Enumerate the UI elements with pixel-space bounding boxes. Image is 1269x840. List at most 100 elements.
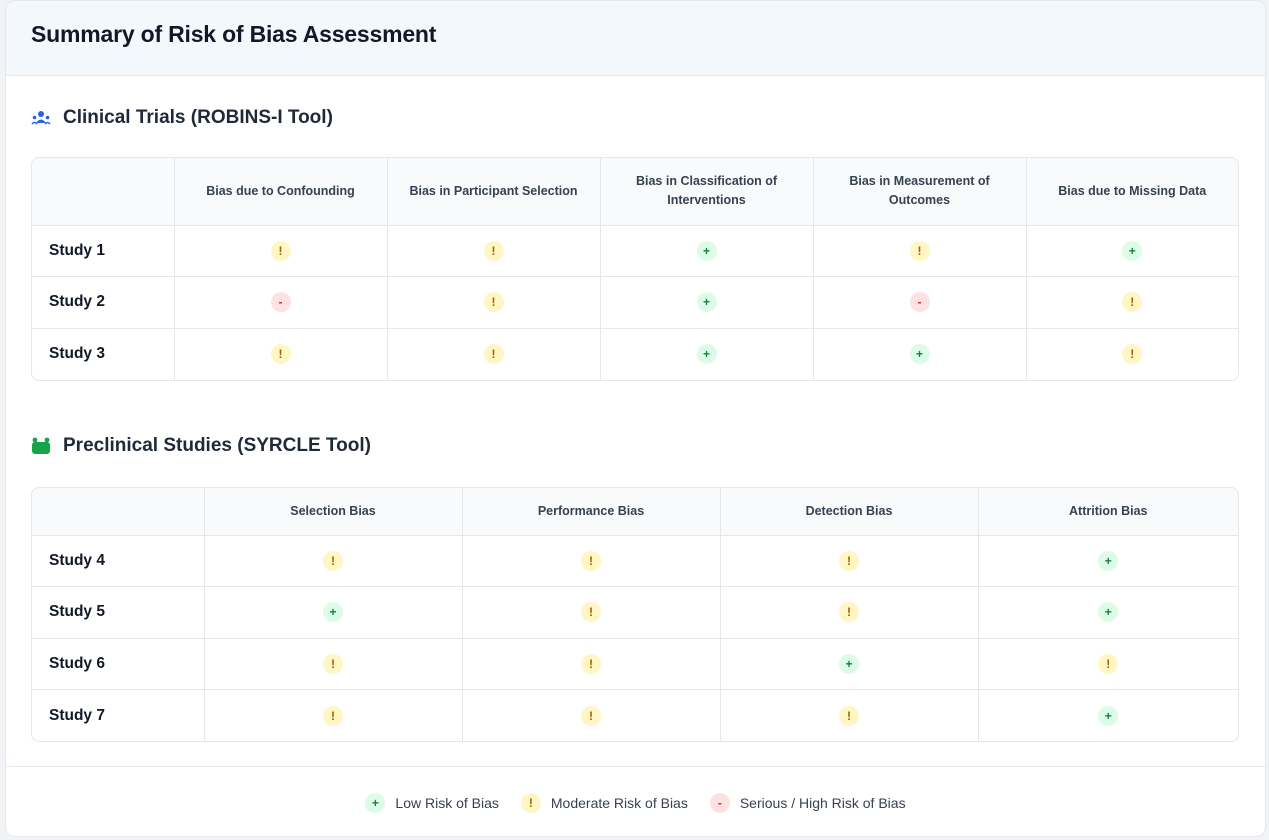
- moderate-risk-icon: !: [581, 550, 601, 571]
- legend-label: Low Risk of Bias: [395, 794, 499, 811]
- animal-icon: [32, 437, 50, 454]
- rating-cell: +: [977, 586, 1238, 638]
- section-title-preclinical: Preclinical Studies (SYRCLE Tool): [31, 435, 371, 457]
- users-icon: [31, 111, 51, 125]
- rating-cell: !: [719, 535, 978, 587]
- low-risk-icon: +: [696, 344, 717, 364]
- rating-cell: +: [977, 689, 1238, 741]
- low-risk-icon: +: [1098, 602, 1119, 623]
- table-body: Study 1!! +! + Study 2 -! + -! Study 3!! + +!: [32, 225, 1238, 380]
- rating-cell: !: [386, 225, 600, 277]
- rating-cell: !: [461, 689, 720, 741]
- header-cell-empty: [32, 488, 204, 536]
- moderate-risk-icon: !: [270, 344, 291, 364]
- study-name-cell: Study 2: [32, 276, 174, 328]
- high-risk-icon: -: [709, 792, 730, 813]
- section-title-text: Preclinical Studies (SYRCLE Tool): [63, 435, 371, 456]
- rating-cell: -: [812, 276, 1026, 328]
- study-name-cell: Study 4: [49, 551, 105, 569]
- legend: + Low Risk of Bias ! Moderate Risk of Bi…: [6, 766, 1265, 836]
- rating-cell: !: [719, 689, 978, 741]
- low-risk-icon: +: [1122, 240, 1143, 261]
- rating-cell: !: [173, 225, 387, 277]
- rating-cell: !: [386, 327, 600, 380]
- rating-cell: !: [1025, 276, 1238, 328]
- table-row: Study 2 -! + -!: [32, 276, 1238, 328]
- column-header: Attrition Bias: [977, 488, 1238, 536]
- moderate-risk-icon: !: [520, 792, 541, 813]
- column-header: Bias due to Missing Data: [1025, 158, 1238, 226]
- moderate-risk-icon: !: [581, 602, 601, 623]
- rating-cell: !: [719, 586, 978, 638]
- low-risk-icon: +: [839, 653, 859, 674]
- high-risk-icon: -: [270, 292, 291, 313]
- low-risk-icon: +: [909, 344, 930, 364]
- rating-cell: !: [203, 689, 462, 741]
- moderate-risk-icon: !: [839, 550, 859, 571]
- section-title-text: Clinical Trials (ROBINS-I Tool): [63, 107, 333, 128]
- moderate-risk-icon: !: [581, 653, 601, 674]
- rating-cell: +: [203, 586, 462, 638]
- page-title: Summary of Risk of Bias Assessment: [31, 21, 437, 47]
- column-header: Bias in Participant Selection: [386, 158, 600, 226]
- moderate-risk-icon: !: [909, 240, 930, 261]
- risk-of-bias-card: Summary of Risk of Bias Assessment Clini…: [5, 0, 1266, 837]
- rating-cell: !: [461, 637, 720, 690]
- table-row: Study 3!! + +!: [32, 327, 1238, 380]
- high-risk-icon: -: [909, 292, 930, 313]
- column-header: Detection Bias: [719, 488, 978, 536]
- rating-cell: !: [812, 225, 1026, 277]
- low-risk-icon: +: [1098, 550, 1119, 571]
- low-risk-icon: +: [1098, 705, 1119, 726]
- moderate-risk-icon: !: [270, 240, 291, 261]
- study-name-cell: Study 3: [32, 327, 174, 380]
- rating-cell: !: [977, 637, 1238, 690]
- rating-cell: +: [719, 637, 978, 690]
- legend-label: Serious / High Risk of Bias: [739, 794, 906, 811]
- table-body: Study 4!!! + Study 5 +!! + Study 6!! +! Study 7…: [32, 535, 1238, 741]
- low-risk-icon: +: [696, 292, 717, 313]
- rating-cell: +: [599, 276, 813, 328]
- moderate-risk-icon: !: [483, 240, 504, 261]
- moderate-risk-icon: !: [1122, 344, 1143, 364]
- moderate-risk-icon: !: [483, 292, 504, 313]
- rating-cell: +: [599, 327, 813, 380]
- moderate-risk-icon: !: [581, 705, 601, 726]
- header-cell-empty: [32, 158, 174, 226]
- section-title-clinical: Clinical Trials (ROBINS-I Tool): [31, 107, 333, 129]
- rating-cell: !: [203, 637, 462, 690]
- moderate-risk-icon: !: [323, 550, 343, 571]
- rating-cell: -: [173, 276, 387, 328]
- moderate-risk-icon: !: [323, 653, 343, 674]
- study-name-cell: Study 5: [32, 586, 204, 638]
- column-header: Bias in Measurement of Outcomes: [812, 158, 1026, 226]
- study-name-cell: Study 1: [49, 241, 105, 259]
- table-row: Study 6!! +!: [32, 637, 1238, 690]
- moderate-risk-icon: !: [323, 705, 343, 726]
- table-row: Study 7!!! +: [32, 689, 1238, 741]
- low-risk-icon: +: [323, 602, 343, 623]
- rating-cell: !: [1025, 327, 1238, 380]
- rating-cell: +: [1025, 225, 1238, 277]
- legend-label: Moderate Risk of Bias: [550, 794, 688, 811]
- table-header-row: Bias due to Confounding Bias in Particip…: [32, 158, 1238, 226]
- low-risk-icon: +: [696, 240, 717, 261]
- table-header-row: Selection Bias Performance Bias Detectio…: [32, 488, 1238, 536]
- rating-cell: +: [599, 225, 813, 277]
- legend-item-moderate: ! Moderate Risk of Bias: [520, 792, 688, 813]
- column-header: Bias due to Confounding: [173, 158, 387, 226]
- rating-cell: !: [173, 327, 387, 380]
- rating-cell: !: [386, 276, 600, 328]
- card-header: Summary of Risk of Bias Assessment: [6, 1, 1265, 76]
- rating-cell: !: [461, 535, 720, 587]
- table-row: Study 1!! +! +: [32, 225, 1238, 277]
- low-risk-icon: +: [365, 792, 386, 813]
- legend-item-low: + Low Risk of Bias: [365, 792, 499, 813]
- rating-cell: +: [812, 327, 1026, 380]
- table-row: Study 4!!! +: [32, 535, 1238, 587]
- clinical-trials-table: Bias due to Confounding Bias in Particip…: [31, 157, 1239, 381]
- table-row: Study 5 +!! +: [32, 586, 1238, 638]
- study-name-cell: Study 6: [32, 637, 204, 690]
- rating-cell: !: [203, 535, 462, 587]
- preclinical-studies-table: Selection Bias Performance Bias Detectio…: [31, 487, 1239, 742]
